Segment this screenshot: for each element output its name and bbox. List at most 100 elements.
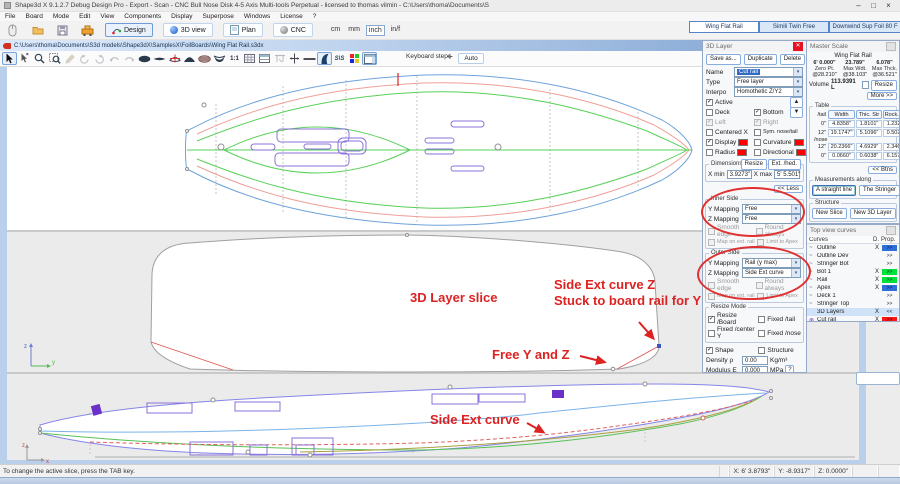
structure-checkbox[interactable] (758, 347, 765, 354)
3d-view-button[interactable]: 3D view (163, 23, 213, 37)
prop-button[interactable]: >> (882, 293, 897, 299)
directional-checkbox[interactable] (754, 149, 761, 156)
directional-color-swatch[interactable] (796, 149, 806, 156)
close-button[interactable]: × (881, 0, 896, 11)
xmax-field[interactable]: 5' 5.501" (774, 170, 800, 179)
curvature-icon[interactable]: S\S (332, 52, 347, 65)
inner-map-ext-checkbox[interactable] (708, 239, 715, 246)
curvature-checkbox[interactable] (754, 139, 761, 146)
rotate-ccw-icon[interactable] (77, 52, 92, 65)
measure-icon[interactable] (272, 52, 287, 65)
bottom-view-icon[interactable] (197, 52, 212, 65)
new-3d-layer-button[interactable]: New 3D Layer (850, 208, 896, 219)
table-cell[interactable]: 6.1577" (883, 152, 900, 160)
fin-icon[interactable] (317, 52, 332, 65)
prop-button[interactable]: >> (882, 301, 897, 307)
deck-checkbox[interactable] (706, 109, 713, 116)
prop-button[interactable]: << (882, 309, 897, 315)
layer-name-combo[interactable]: Cut rail▾ (734, 67, 803, 77)
scale-1-1-icon[interactable]: 1:1 (227, 52, 242, 65)
curve-row-rail[interactable]: ~RailX>> (807, 276, 899, 284)
outline-view-icon[interactable] (137, 52, 152, 65)
deck-view-icon[interactable] (182, 52, 197, 65)
curvature-color-swatch[interactable] (794, 139, 804, 146)
modulus-help-button[interactable]: ? (785, 365, 794, 373)
prop-button[interactable]: >> (882, 261, 897, 267)
btns-toggle-button[interactable]: << Btns (868, 166, 897, 174)
prop-button[interactable]: >> (882, 277, 897, 283)
radius-checkbox[interactable] (706, 149, 713, 156)
table-cell[interactable]: 0.5029" (883, 129, 900, 137)
prop-button[interactable]: >> (882, 269, 897, 275)
layer-interpo-combo[interactable]: Homothetic Z/Y2▾ (734, 87, 803, 97)
tab-downwind-sup-foil[interactable]: Downwind Sup Foil 80 F (829, 21, 900, 33)
select-cursor-icon[interactable] (2, 52, 17, 65)
save-as-button[interactable]: Save as... (706, 54, 741, 65)
unit-cm[interactable]: cm (329, 25, 342, 36)
undo-icon[interactable] (107, 52, 122, 65)
curve-row-stringer-top[interactable]: ~Stringer Top>> (807, 300, 899, 308)
stringer-button[interactable]: The Stringer (859, 185, 900, 196)
more-button[interactable]: More >> (867, 92, 897, 100)
prop-button[interactable]: >> (882, 317, 897, 322)
fixed-tail-checkbox[interactable] (758, 316, 765, 323)
table-cell[interactable]: 2.3469" (883, 143, 900, 151)
table-cell[interactable]: 4.6929" (856, 143, 882, 151)
col-thic-button[interactable]: Thic. Str (856, 110, 882, 119)
panel-options-icon[interactable] (886, 42, 896, 51)
display-checkbox[interactable]: ✓ (706, 139, 713, 146)
menu-license[interactable]: License (275, 13, 307, 20)
sym-nose-tail-checkbox[interactable] (754, 129, 761, 136)
unit-inch[interactable]: inch (366, 25, 385, 36)
curve-row-bot-1[interactable]: ~Bot 1X>> (807, 268, 899, 276)
curve-row-apex[interactable]: ~ApexX>> (807, 284, 899, 292)
prop-button[interactable]: >> (882, 253, 897, 259)
tab-simili-twin-free[interactable]: Simili Twin Free (759, 21, 829, 33)
prop-button[interactable]: >> (882, 285, 897, 291)
shape-checkbox[interactable]: ✓ (706, 347, 713, 354)
menu-help[interactable]: ? (308, 13, 322, 20)
table-cell[interactable]: 20.2366" (828, 143, 855, 151)
cnc-button[interactable]: CNC (273, 23, 313, 37)
menu-edit[interactable]: Edit (74, 13, 95, 20)
fixed-center-checkbox[interactable] (708, 330, 715, 337)
properties-panel-icon[interactable] (362, 52, 377, 65)
slice-outer-control-point[interactable] (657, 344, 661, 348)
unit-in-f[interactable]: in/f (389, 25, 402, 36)
zoom-icon[interactable] (32, 52, 47, 65)
table-cell[interactable]: 19.1747" (828, 129, 855, 137)
menu-display[interactable]: Display (166, 13, 197, 20)
ms-resize-button[interactable]: Resize (871, 80, 897, 91)
centered-x-checkbox[interactable] (706, 129, 713, 136)
table-cell[interactable]: 0.0660" (828, 152, 855, 160)
resize-board-checkbox[interactable]: ✓ (708, 316, 715, 323)
curve-row-3d-layers[interactable]: 3D LayersX<< (807, 308, 899, 316)
straight-line-button[interactable]: A straight line (812, 185, 856, 196)
duplicate-button[interactable]: Duplicate (744, 54, 777, 65)
menu-components[interactable]: Components (119, 13, 166, 20)
auto-steps-button[interactable]: Auto (458, 53, 484, 64)
design-mode-button[interactable]: Design (105, 23, 153, 37)
table-cell[interactable]: 0.6038" (856, 152, 882, 160)
slice-view-icon[interactable] (167, 52, 182, 65)
save-icon[interactable] (55, 24, 70, 37)
xmin-field[interactable]: 3.9273" (727, 170, 752, 179)
col-width-button[interactable]: Width (828, 110, 855, 119)
tab-wing-flat-rail[interactable]: Wing Flat Rail (689, 21, 759, 33)
menu-superpose[interactable]: Superpose (197, 13, 238, 20)
maximize-button[interactable]: □ (866, 0, 881, 11)
prop-button[interactable]: >> (882, 245, 897, 251)
symmetry-icon[interactable] (287, 52, 302, 65)
curve-row-outline[interactable]: ~OutlineX>> (807, 244, 899, 252)
unit-mm[interactable]: mm (346, 25, 362, 36)
display-color-swatch[interactable] (738, 139, 748, 146)
perspective-view-icon[interactable] (212, 52, 227, 65)
menu-mode[interactable]: Mode (48, 13, 74, 20)
slice-free-control-point[interactable] (611, 367, 615, 371)
redo-icon[interactable] (122, 52, 137, 65)
export-machine-icon[interactable] (80, 24, 95, 37)
edit-pencil-icon[interactable] (62, 52, 77, 65)
left-checkbox[interactable]: ✓ (706, 119, 713, 126)
zoom-area-icon[interactable] (47, 52, 62, 65)
menu-windows[interactable]: Windows (239, 13, 275, 20)
